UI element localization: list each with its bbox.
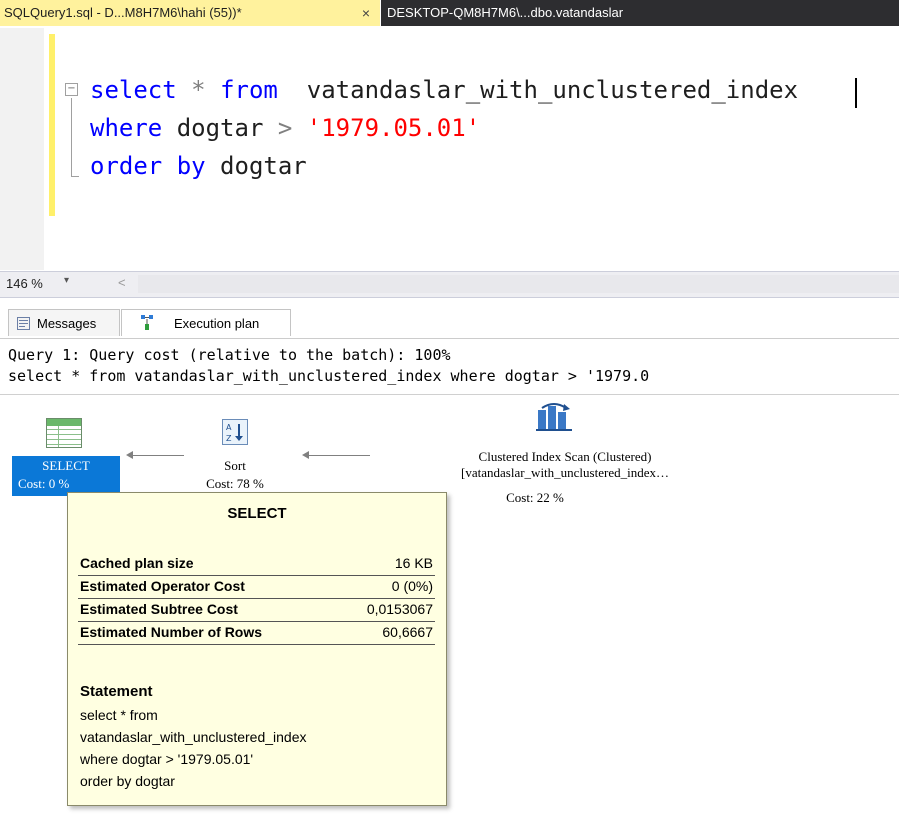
column-dogtar-order: dogtar	[220, 152, 307, 180]
code-line-1: select * from vatandaslar_with_uncluster…	[90, 76, 798, 104]
document-tab-strip: SQLQuery1.sql - D...M8H7M6\hahi (55))* ×…	[0, 0, 899, 29]
tooltip-row-cached-plan-size: Cached plan size 16 KB	[78, 553, 435, 576]
select-node-cost: Cost: 0 %	[18, 476, 70, 491]
keyword-from: from	[220, 76, 278, 104]
editor-gutter	[0, 28, 44, 270]
code-line-2: where dogtar > '1979.05.01'	[90, 114, 480, 142]
table-name: vatandaslar_with_unclustered_index	[306, 76, 799, 104]
arrow-sort-to-select	[132, 455, 184, 456]
column-dogtar: dogtar	[176, 114, 264, 142]
tooltip-value: 16 KB	[394, 555, 433, 571]
tab-vatandaslar-label: DESKTOP-QM8H7M6\...dbo.vatandaslar	[387, 5, 624, 20]
arrow-sort-to-select-head	[126, 451, 133, 459]
scan-node-cost: Cost: 22 %	[506, 490, 564, 505]
arrow-scan-to-sort	[308, 455, 370, 456]
greater-than-operator: >	[277, 114, 293, 142]
tooltip-statement-line: vatandaslar_with_unclustered_index	[80, 729, 307, 745]
result-tabs: Messages Execution plan	[0, 298, 899, 339]
tab-messages-label: Messages	[37, 316, 97, 331]
tooltip-key: Estimated Number of Rows	[80, 624, 263, 640]
text-caret	[855, 78, 857, 108]
tab-close-icon[interactable]: ×	[362, 0, 370, 26]
zoom-dropdown-icon[interactable]: ▾	[64, 275, 69, 286]
select-node-label: SELECT	[42, 458, 90, 473]
scan-node-object: [vatandaslar_with_unclustered_index…	[461, 465, 669, 480]
tooltip-row-estimated-subtree-cost: Estimated Subtree Cost 0,0153067	[78, 599, 435, 622]
svg-text:A: A	[226, 423, 232, 432]
messages-icon	[17, 317, 30, 330]
tooltip-statement-line: select * from	[80, 707, 158, 723]
tab-sqlquery1[interactable]: SQLQuery1.sql - D...M8H7M6\hahi (55))* ×	[0, 0, 380, 26]
fold-guide-end	[71, 176, 79, 177]
tooltip-statement-line: order by dogtar	[80, 773, 175, 789]
scroll-left-icon[interactable]: <	[118, 275, 126, 290]
fold-guide-line	[71, 98, 72, 176]
tooltip-key: Estimated Subtree Cost	[80, 601, 238, 617]
query-text-line: select * from vatandaslar_with_uncluster…	[8, 367, 650, 385]
tab-sqlquery1-label: SQLQuery1.sql - D...M8H7M6\hahi (55))*	[4, 5, 242, 20]
svg-text:Z: Z	[226, 434, 232, 443]
tooltip-key: Cached plan size	[80, 555, 194, 571]
sort-node-icon[interactable]: A Z	[222, 419, 248, 445]
horizontal-scrollbar[interactable]	[138, 275, 899, 293]
date-string-literal: '1979.05.01'	[306, 114, 481, 142]
clustered-index-scan-icon[interactable]	[536, 402, 574, 432]
query-cost-line: Query 1: Query cost (relative to the bat…	[8, 346, 451, 364]
zoom-level[interactable]: 146 %	[6, 276, 43, 291]
tooltip-value: 0,0153067	[366, 601, 433, 617]
tab-vatandaslar-table[interactable]: DESKTOP-QM8H7M6\...dbo.vatandaslar	[381, 0, 899, 26]
tab-execution-plan[interactable]: Execution plan	[121, 309, 291, 336]
zoom-bar: 146 % ▾ <	[0, 271, 899, 298]
unsaved-change-bar	[49, 34, 55, 216]
tooltip-value: 60,6667	[382, 624, 433, 640]
query-editor[interactable]: − select * from vatandaslar_with_unclust…	[0, 28, 899, 270]
select-operator-tooltip: SELECT Cached plan size 16 KB Estimated …	[67, 492, 447, 806]
select-node-icon[interactable]	[46, 418, 82, 448]
tooltip-row-estimated-operator-cost: Estimated Operator Cost 0 (0%)	[78, 576, 435, 599]
arrow-scan-to-sort-head	[302, 451, 309, 459]
execution-plan-icon	[141, 315, 153, 330]
star-operator: *	[191, 76, 206, 104]
fold-toggle-icon[interactable]: −	[65, 83, 78, 96]
keyword-order-by: order by	[90, 152, 206, 180]
tooltip-statement-title: Statement	[80, 683, 153, 700]
code-line-3: order by dogtar	[90, 152, 307, 180]
tooltip-row-estimated-number-of-rows: Estimated Number of Rows 60,6667	[78, 622, 435, 645]
tab-execution-plan-label: Execution plan	[174, 316, 260, 331]
tab-messages[interactable]: Messages	[8, 309, 120, 336]
keyword-where: where	[90, 114, 163, 142]
plan-query-header: Query 1: Query cost (relative to the bat…	[0, 341, 899, 395]
tooltip-value: 0 (0%)	[391, 578, 433, 594]
tooltip-key: Estimated Operator Cost	[80, 578, 245, 594]
sort-node-cost: Cost: 78 %	[206, 476, 264, 491]
scan-node-label: Clustered Index Scan (Clustered)	[478, 449, 652, 464]
tooltip-title: SELECT	[227, 505, 287, 522]
keyword-select: select	[90, 76, 177, 104]
tooltip-statement-line: where dogtar > '1979.05.01'	[80, 751, 254, 767]
sort-node-label: Sort	[224, 458, 246, 473]
